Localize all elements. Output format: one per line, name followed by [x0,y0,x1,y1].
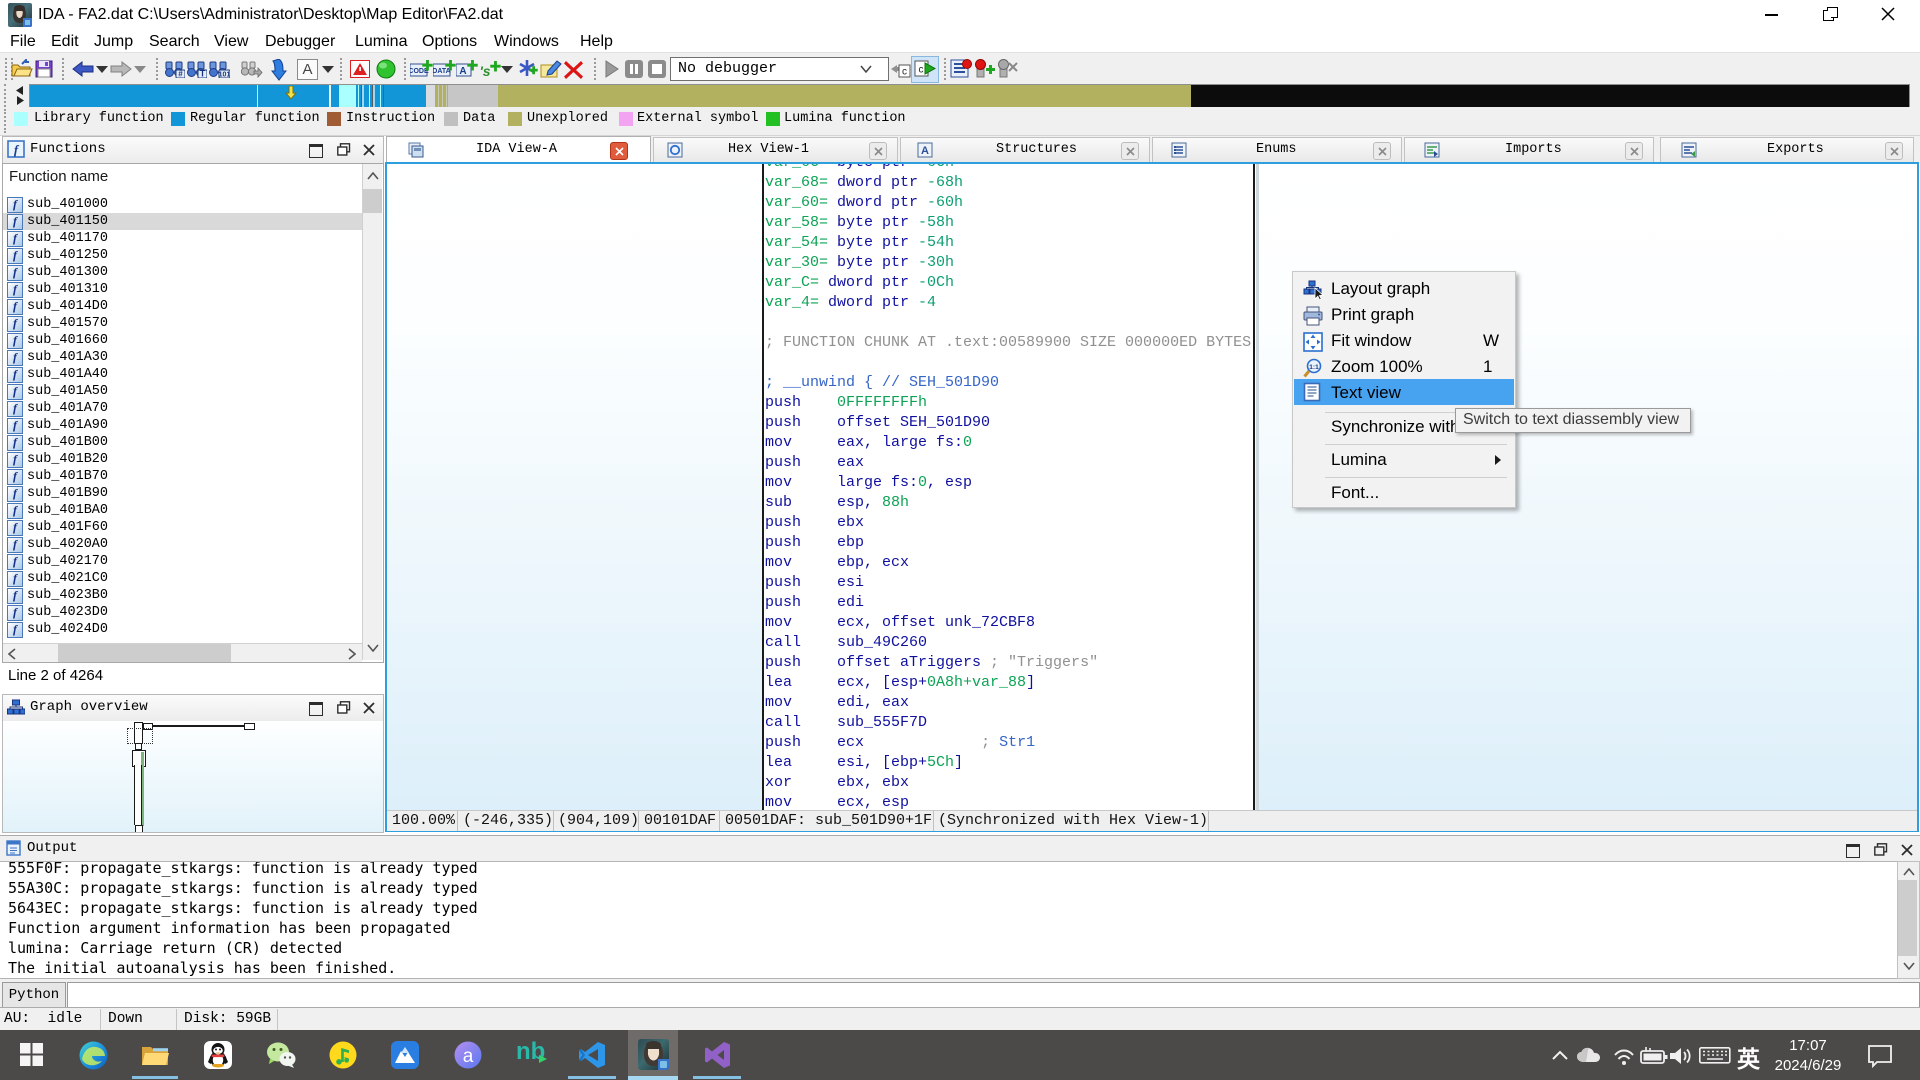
svg-text:101: 101 [219,72,230,79]
svg-text:A: A [921,145,929,157]
svg-text:c: c [902,67,907,78]
svg-text:T: T [200,69,206,79]
svg-text:A: A [459,66,466,77]
svg-text:DATA: DATA [433,68,451,75]
svg-text:'s: 's [479,63,490,79]
svg-text:c: c [919,65,924,76]
svg-text:#: # [178,70,183,79]
svg-text:1:1: 1:1 [1309,364,1319,371]
svg-text:a: a [463,1046,474,1067]
